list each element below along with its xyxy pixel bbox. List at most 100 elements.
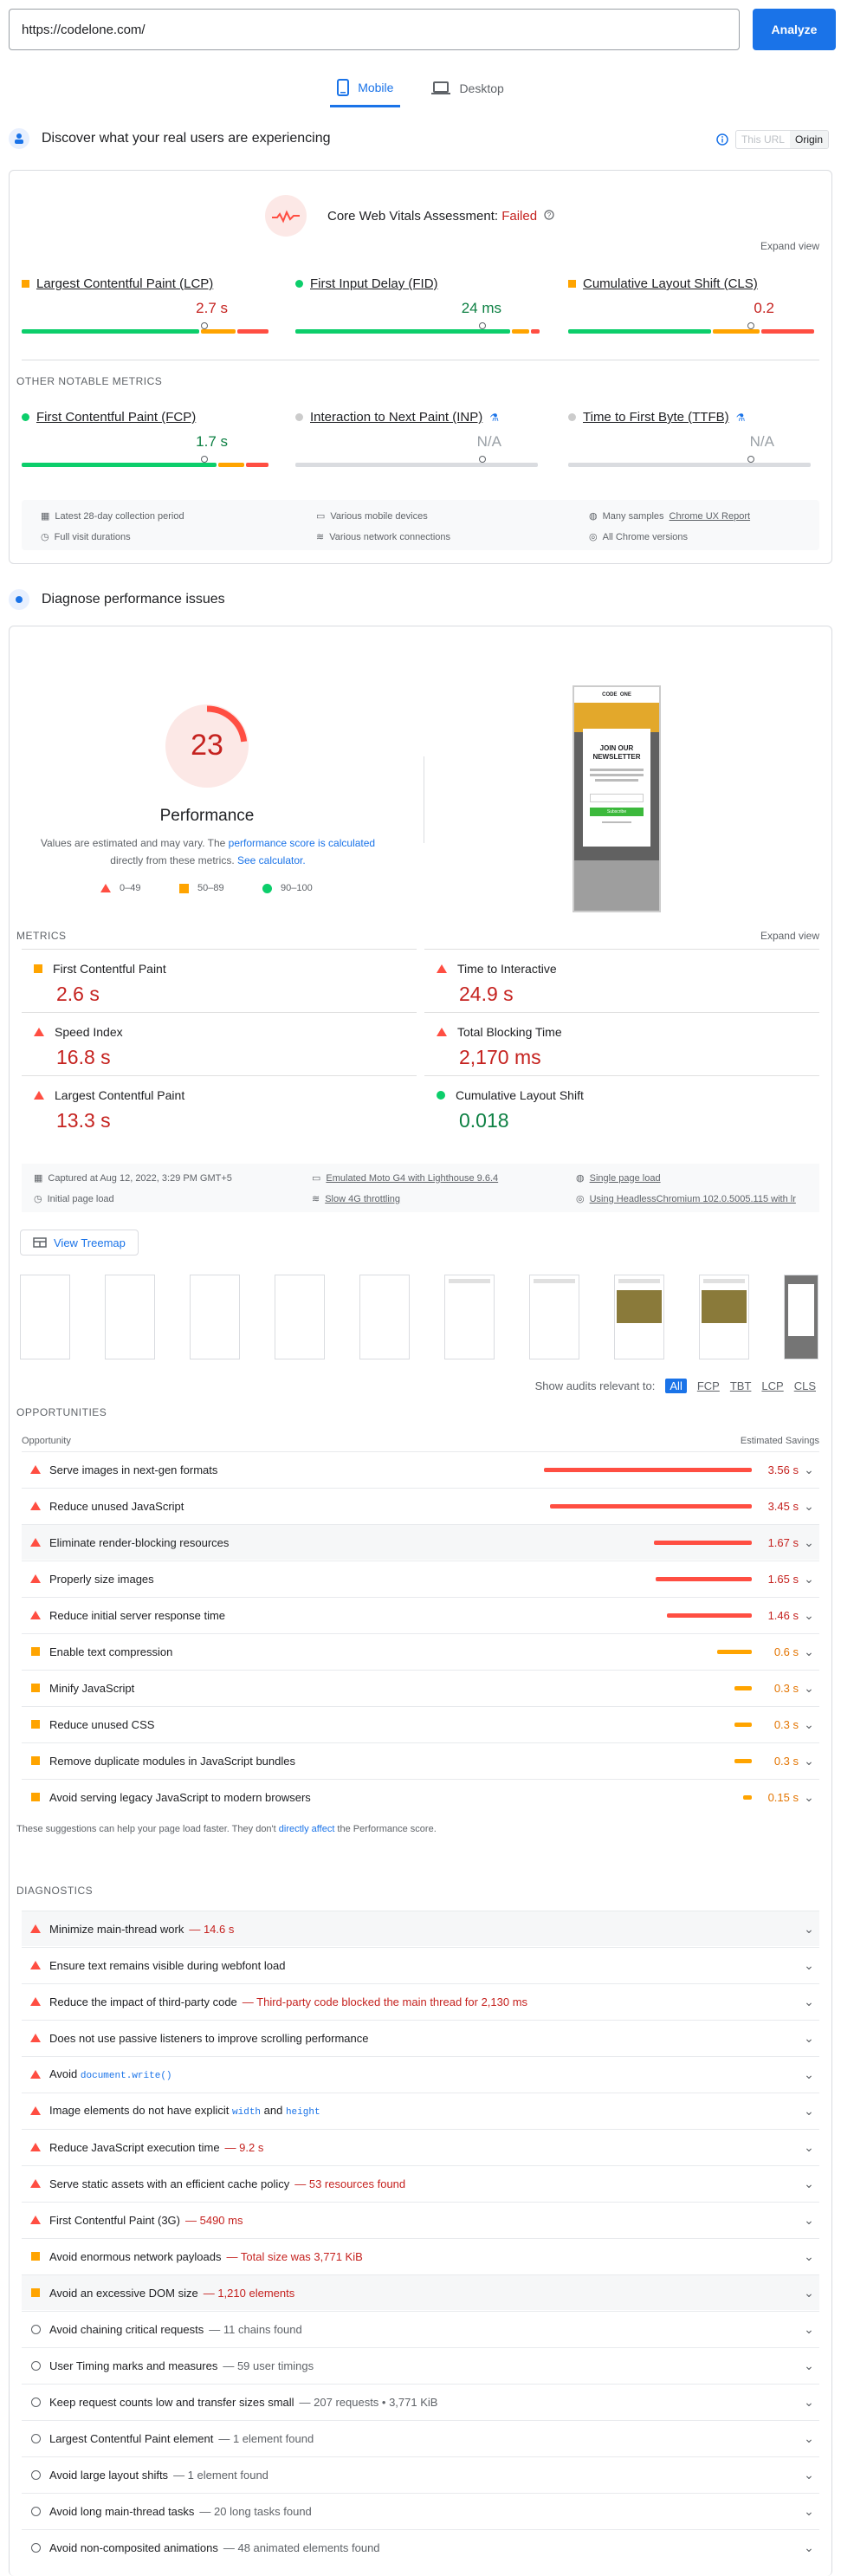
legend-average: 50–89 [179, 883, 224, 893]
chevron-down-icon[interactable]: ⌄ [799, 1572, 819, 1586]
chevron-down-icon[interactable]: ⌄ [799, 1645, 819, 1659]
filter-cls[interactable]: CLS [794, 1379, 816, 1392]
tab-desktop[interactable]: Desktop [424, 69, 510, 107]
opportunity-row[interactable]: Reduce initial server response time 1.46 … [22, 1597, 819, 1632]
diagnostic-row[interactable]: Avoid non-composited animations — 48 anim… [22, 2529, 819, 2565]
analyze-button[interactable]: Analyze [753, 9, 836, 50]
row-status [22, 2542, 49, 2553]
metric-label[interactable]: Largest Contentful Paint (LCP) [36, 276, 213, 291]
chevron-down-icon[interactable]: ⌄ [799, 2177, 819, 2191]
code-snippet: width [232, 2107, 262, 2118]
diagnostic-row[interactable]: Keep request counts low and transfer siz… [22, 2384, 819, 2419]
chevron-down-icon[interactable]: ⌄ [799, 1463, 819, 1477]
diagnostic-row[interactable]: Reduce the impact of third-party code — T… [22, 1983, 819, 2019]
chevron-down-icon[interactable]: ⌄ [799, 2431, 819, 2446]
lab-metrics-grid: First Contentful Paint 2.6 s Time to Inte… [22, 949, 819, 1139]
diagnostic-row[interactable]: Does not use passive listeners to improv… [22, 2020, 819, 2055]
chevron-down-icon[interactable]: ⌄ [799, 1790, 819, 1805]
users-icon: ◍ [589, 511, 598, 522]
opportunity-row[interactable]: Reduce unused JavaScript 3.45 s ⌄ [22, 1488, 819, 1523]
chevron-down-icon[interactable]: ⌄ [799, 2286, 819, 2300]
filter-tbt[interactable]: TBT [730, 1379, 752, 1392]
metric-label[interactable]: Interaction to Next Paint (INP) [310, 410, 482, 425]
directly-affect-link[interactable]: directly affect [279, 1824, 335, 1834]
score-calc-link[interactable]: performance score is calculated [229, 837, 375, 849]
chevron-down-icon[interactable]: ⌄ [799, 2395, 819, 2410]
metric-label[interactable]: Cumulative Layout Shift (CLS) [583, 276, 758, 291]
chevron-down-icon[interactable]: ⌄ [799, 2322, 819, 2337]
diagnostic-title: Avoid large layout shifts — 1 element fou… [49, 2469, 799, 2482]
chevron-down-icon[interactable]: ⌄ [799, 2213, 819, 2228]
diagnostic-row[interactable]: Largest Contentful Paint element — 1 elem… [22, 2420, 819, 2456]
chevron-down-icon[interactable]: ⌄ [799, 2104, 819, 2119]
lab-expand-link[interactable]: Expand view [760, 930, 819, 942]
diagnostic-row[interactable]: Avoid large layout shifts — 1 element fou… [22, 2456, 819, 2492]
chrome-icon: ◎ [576, 1194, 585, 1204]
view-treemap-button[interactable]: View Treemap [20, 1230, 139, 1256]
diagnostic-row[interactable]: Avoid enormous network payloads — Total s… [22, 2238, 819, 2274]
chevron-down-icon[interactable]: ⌄ [799, 2031, 819, 2046]
tab-mobile[interactable]: Mobile [330, 69, 401, 107]
metric-label[interactable]: Time to First Byte (TTFB) [583, 410, 729, 425]
chevron-down-icon[interactable]: ⌄ [799, 1681, 819, 1696]
chevron-down-icon[interactable]: ⌄ [799, 2249, 819, 2264]
savings-value: 0.3 s [773, 1681, 799, 1695]
chevron-down-icon[interactable]: ⌄ [799, 1995, 819, 2009]
savings-bar [544, 1467, 752, 1472]
diagnostic-row[interactable]: Reduce JavaScript execution time — 9.2 s ⌄ [22, 2129, 819, 2164]
chevron-down-icon[interactable]: ⌄ [799, 2359, 819, 2373]
diagnostic-row[interactable]: User Timing marks and measures — 59 user … [22, 2347, 819, 2383]
chevron-down-icon[interactable]: ⌄ [799, 2540, 819, 2555]
chevron-down-icon[interactable]: ⌄ [799, 1717, 819, 1732]
diagnostic-text: Image elements do not have explicit [49, 2104, 233, 2117]
savings-value: 1.67 s [767, 1535, 799, 1549]
origin-toggle[interactable]: Origin [789, 131, 828, 148]
diagnostic-row[interactable]: Ensure text remains visible during webfo… [22, 1947, 819, 1982]
diagnostic-row[interactable]: Minimize main-thread work — 14.6 s ⌄ [22, 1911, 819, 1946]
filter-lcp[interactable]: LCP [761, 1379, 783, 1392]
opportunity-row[interactable]: Eliminate render-blocking resources 1.67 … [22, 1524, 819, 1560]
chevron-down-icon[interactable]: ⌄ [799, 1754, 819, 1768]
url-input[interactable] [9, 9, 740, 50]
chevron-down-icon[interactable]: ⌄ [799, 1958, 819, 1973]
chevron-down-icon[interactable]: ⌄ [799, 1922, 819, 1937]
help-icon[interactable]: ? [544, 210, 554, 220]
chevron-down-icon[interactable]: ⌄ [799, 2468, 819, 2482]
this-url-toggle[interactable]: This URL [736, 131, 790, 148]
popup-title: JOIN OUR NEWSLETTER [592, 744, 641, 761]
diagnostic-row[interactable]: Avoid an excessive DOM size — 1,210 eleme… [22, 2274, 819, 2310]
poor-icon [437, 964, 447, 973]
opportunity-row[interactable]: Remove duplicate modules in JavaScript b… [22, 1742, 819, 1778]
diagnostic-title: User Timing marks and measures — 59 user … [49, 2359, 799, 2372]
metric-label[interactable]: First Contentful Paint (FCP) [36, 410, 196, 425]
diagnostic-row[interactable]: Serve static assets with an efficient ca… [22, 2165, 819, 2201]
field-expand-link[interactable]: Expand view [760, 240, 819, 252]
diagnostic-row[interactable]: Image elements do not have explicit widt… [22, 2093, 819, 2128]
filter-all[interactable]: All [665, 1379, 687, 1393]
diagnostic-row[interactable]: Avoid document.write() ⌄ [22, 2056, 819, 2092]
chevron-down-icon[interactable]: ⌄ [799, 2504, 819, 2519]
opportunity-row[interactable]: Properly size images 1.65 s ⌄ [22, 1561, 819, 1596]
chevron-down-icon[interactable]: ⌄ [799, 2140, 819, 2155]
filter-fcp[interactable]: FCP [697, 1379, 720, 1392]
chevron-down-icon[interactable]: ⌄ [799, 1608, 819, 1623]
see-calculator-link[interactable]: See calculator. [237, 854, 306, 866]
row-status [22, 2360, 49, 2371]
diagnostic-row[interactable]: First Contentful Paint (3G) — 5490 ms ⌄ [22, 2202, 819, 2237]
crux-report-link[interactable]: Chrome UX Report [670, 511, 751, 522]
chevron-down-icon[interactable]: ⌄ [799, 1499, 819, 1514]
experimental-flask-icon: ⚗ [735, 411, 746, 424]
opportunity-row[interactable]: Minify JavaScript 0.3 s ⌄ [22, 1670, 819, 1705]
diagnostic-title: Serve static assets with an efficient ca… [49, 2177, 799, 2190]
opportunity-row[interactable]: Enable text compression 0.6 s ⌄ [22, 1633, 819, 1669]
chevron-down-icon[interactable]: ⌄ [799, 2067, 819, 2082]
chevron-down-icon[interactable]: ⌄ [799, 1535, 819, 1550]
diagnostic-row[interactable]: Avoid chaining critical requests — 11 cha… [22, 2311, 819, 2346]
opportunity-row[interactable]: Reduce unused CSS 0.3 s ⌄ [22, 1706, 819, 1742]
diagnostic-row[interactable]: Avoid long main-thread tasks — 20 long ta… [22, 2493, 819, 2528]
metric-label[interactable]: First Input Delay (FID) [310, 276, 438, 291]
filmstrip-frame [359, 1275, 410, 1359]
opportunity-row[interactable]: Serve images in next-gen formats 3.56 s ⌄ [22, 1451, 819, 1487]
row-status [22, 1924, 49, 1933]
opportunity-row[interactable]: Avoid serving legacy JavaScript to moder… [22, 1779, 819, 1814]
